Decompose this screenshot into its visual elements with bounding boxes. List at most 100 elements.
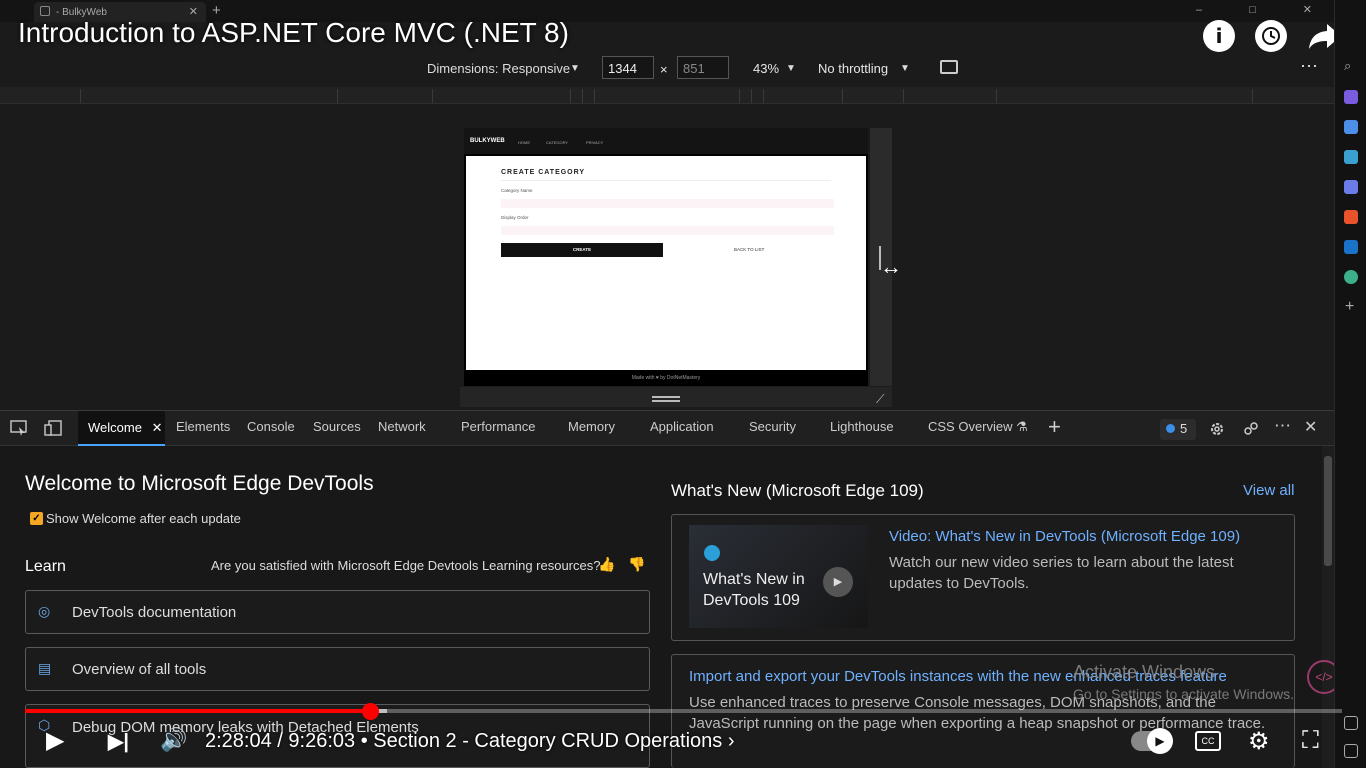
divider — [501, 180, 831, 181]
devtools-tab-bar: Welcome ✕ Elements Console Sources Netwo… — [0, 410, 1334, 446]
show-welcome-checkbox[interactable]: ✓ — [30, 512, 43, 525]
tab-sources[interactable]: Sources — [313, 419, 361, 434]
corner-resize-icon[interactable]: ⟋ — [876, 392, 884, 407]
nav-privacy[interactable]: PRIVACY — [586, 140, 603, 145]
add-icon[interactable]: + — [1345, 298, 1354, 316]
autoplay-toggle[interactable]: ▶ — [1131, 728, 1173, 754]
page-icon — [40, 6, 50, 16]
sidebar-settings-icon[interactable] — [1344, 716, 1358, 730]
customize-icon[interactable] — [1242, 420, 1260, 436]
view-all-link[interactable]: View all — [1243, 482, 1294, 499]
device-emulation-icon[interactable] — [44, 420, 62, 436]
inspect-element-icon[interactable] — [10, 420, 28, 436]
nav-category[interactable]: CATEGORY — [546, 140, 568, 145]
news-body: Watch our new video series to learn abou… — [889, 554, 1234, 592]
volume-icon[interactable]: 🔊 — [160, 727, 187, 753]
close-devtools-icon[interactable]: ✕ — [1304, 417, 1317, 437]
chevron-down-icon[interactable]: ▼ — [570, 63, 580, 74]
shopping-icon[interactable] — [1344, 120, 1358, 134]
add-tool-button[interactable]: + — [1048, 414, 1061, 440]
tab-welcome[interactable]: Welcome ✕ — [78, 411, 165, 446]
vertical-resize-handle[interactable] — [460, 387, 892, 407]
tools-icon[interactable] — [1344, 150, 1358, 164]
video-title[interactable]: Introduction to ASP.NET Core MVC (.NET 8… — [18, 17, 569, 49]
tab-application[interactable]: Application — [650, 419, 714, 434]
tab-performance[interactable]: Performance — [461, 419, 535, 434]
progress-played — [25, 709, 370, 713]
search-icon[interactable]: ⌕ — [1344, 58, 1351, 74]
video-thumbnail[interactable]: What's New in DevTools 109 ▶ — [689, 525, 868, 628]
thumbnail-text: What's New in DevTools 109 — [703, 571, 805, 609]
chevron-right-icon[interactable]: › — [728, 730, 735, 752]
outlook-icon[interactable] — [1344, 240, 1358, 254]
video-time: 2:28:04 / 9:26:03 • Section 2 - Category… — [205, 730, 735, 752]
progress-scrubber[interactable] — [361, 703, 379, 720]
thumbs-up-icon[interactable]: 👍 — [598, 556, 615, 573]
captions-icon[interactable]: CC — [1195, 731, 1221, 751]
more-options-icon[interactable]: ⋯ — [1300, 56, 1318, 77]
info-icon[interactable]: i — [1203, 20, 1235, 52]
news-title[interactable]: Video: What's New in DevTools (Microsoft… — [889, 528, 1240, 545]
fullscreen-icon[interactable]: ⛶ — [1302, 727, 1319, 755]
tab-network[interactable]: Network — [378, 419, 426, 434]
rotate-icon[interactable] — [940, 60, 958, 74]
create-button[interactable]: CREATE — [501, 243, 663, 257]
next-icon[interactable]: ▶| — [108, 729, 129, 754]
thumbs-down-icon[interactable]: 👎 — [628, 556, 645, 573]
dimensions-dropdown[interactable]: Dimensions: Responsive — [427, 61, 570, 76]
display-order-input[interactable] — [501, 226, 834, 235]
scrollbar-thumb — [1324, 456, 1332, 566]
news-card-video[interactable]: What's New in DevTools 109 ▶ Video: What'… — [671, 514, 1295, 641]
close-icon[interactable]: ✕ — [152, 420, 163, 435]
sidebar-toggle-icon[interactable] — [1344, 744, 1358, 758]
back-to-list-link[interactable]: BACK TO LIST — [734, 247, 764, 252]
play-icon[interactable]: ▶ — [46, 726, 64, 755]
height-input[interactable]: 851 — [677, 56, 729, 79]
chevron-down-icon[interactable]: ▼ — [900, 63, 910, 74]
category-name-input[interactable] — [501, 199, 834, 208]
width-input[interactable]: 1344 — [602, 56, 654, 79]
site-brand[interactable]: BULKYWEB — [470, 138, 505, 144]
tab-lighthouse[interactable]: Lighthouse — [830, 419, 894, 434]
resize-cursor-icon: ↔ — [880, 254, 902, 279]
chapter-title[interactable]: • Section 2 - Category CRUD Operations — [361, 730, 723, 752]
office-icon[interactable] — [1344, 210, 1358, 224]
chevron-down-icon[interactable]: ▼ — [786, 63, 796, 74]
site-footer: Made with ♥ by DotNetMastery — [631, 375, 701, 381]
copilot-icon[interactable] — [1344, 90, 1358, 104]
tab-memory[interactable]: Memory — [568, 419, 615, 434]
tab-security[interactable]: Security — [749, 419, 796, 434]
drop-icon[interactable] — [1344, 270, 1358, 284]
video-progress-bar[interactable] — [25, 709, 1342, 713]
play-icon[interactable]: ▶ — [823, 567, 853, 597]
activate-windows-watermark: Activate Windows — [1073, 662, 1216, 682]
tab-elements[interactable]: Elements — [176, 419, 230, 434]
throttling-dropdown[interactable]: No throttling — [818, 61, 888, 76]
learn-heading: Learn — [25, 558, 66, 575]
page-title: CREATE CATEGORY — [501, 169, 586, 176]
tab-css-overview[interactable]: CSS Overview ⚗ — [928, 419, 1028, 435]
show-welcome-label[interactable]: Show Welcome after each update — [46, 511, 241, 526]
feedback-question: Are you satisfied with Microsoft Edge De… — [211, 558, 601, 573]
document-icon: ▤ — [38, 660, 52, 676]
site-content: CREATE CATEGORY Category Name Display Or… — [466, 156, 866, 370]
learn-item-label: DevTools documentation — [72, 604, 237, 621]
display-order-label: Display Order — [501, 215, 529, 220]
issues-badge[interactable]: 5 — [1160, 419, 1196, 440]
tab-console[interactable]: Console — [247, 419, 295, 434]
media-query-ruler[interactable] — [0, 87, 1334, 104]
activate-windows-subtitle: Go to Settings to activate Windows. — [1073, 686, 1294, 702]
nav-home[interactable]: HOME — [518, 140, 530, 145]
learn-item[interactable]: ▤ Overview of all tools — [25, 647, 650, 691]
window-controls[interactable]: – □ ✕ — [1196, 3, 1334, 16]
settings-icon[interactable]: ⚙ — [1248, 727, 1270, 756]
scrollbar[interactable] — [1322, 446, 1334, 768]
learn-item[interactable]: ◎ DevTools documentation — [25, 590, 650, 634]
zoom-dropdown[interactable]: 43% — [753, 61, 779, 76]
autoplay-icon: ▶ — [1147, 728, 1173, 754]
more-options-icon[interactable]: ⋯ — [1274, 416, 1291, 436]
people-icon[interactable] — [1344, 180, 1358, 194]
gear-icon[interactable] — [1208, 420, 1226, 436]
clock-icon[interactable] — [1255, 20, 1287, 52]
learn-item-label: Overview of all tools — [72, 661, 207, 678]
